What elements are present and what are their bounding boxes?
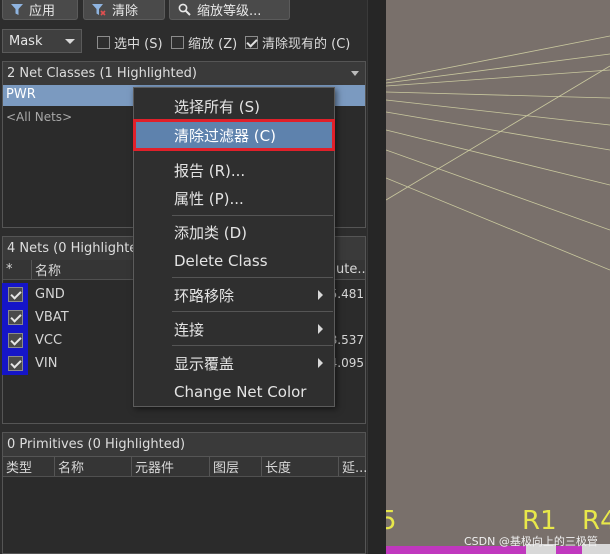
net-color-swatch [2, 283, 28, 306]
net-visible-checkbox[interactable] [7, 356, 23, 371]
zoom-option[interactable]: 缩放 (Z) [171, 33, 237, 52]
net-class-label: <All Nets> [6, 110, 73, 124]
clear-existing-checkbox[interactable] [245, 36, 258, 49]
menu-item-label: 连接 [174, 320, 205, 339]
column-type[interactable]: 类型 [3, 457, 55, 476]
net-color-swatch [2, 329, 28, 352]
menu-separator [172, 311, 333, 312]
menu-item-label: 添加类 (D) [174, 223, 248, 242]
clear-button[interactable]: 清除 [83, 0, 165, 20]
apply-button-label: 应用 [29, 4, 56, 19]
magnifier-icon [178, 3, 191, 16]
column-layer[interactable]: 图层 [210, 457, 262, 476]
pcb-silk-label: R1 [522, 506, 557, 536]
net-visible-checkbox[interactable] [7, 333, 23, 348]
primitives-header-text: 0 Primitives (0 Highlighted) [7, 437, 186, 452]
menu-item-properties[interactable]: 属性 (P)... [135, 184, 333, 212]
clear-existing-option[interactable]: 清除现有的 (C) [245, 33, 350, 52]
net-name: VBAT [35, 310, 69, 325]
menu-item-clear-filter[interactable]: 清除过滤器 (C) [133, 119, 335, 151]
clear-existing-option-label: 清除现有的 (C) [262, 37, 351, 52]
panel-scrollbar[interactable] [367, 0, 386, 554]
select-checkbox[interactable] [97, 36, 110, 49]
menu-item-label: Change Net Color [174, 383, 307, 401]
column-length[interactable]: 长度 [262, 457, 339, 476]
menu-item-label: Delete Class [174, 252, 268, 270]
net-name: VCC [35, 333, 63, 348]
submenu-arrow-icon [318, 290, 323, 300]
zoom-level-label: 缩放等级... [197, 4, 262, 19]
net-classes-header-text: 2 Net Classes (1 Highlighted) [7, 66, 197, 81]
net-visible-checkbox[interactable] [7, 287, 23, 302]
primitives-panel: 0 Primitives (0 Highlighted) 类型 名称 元器件 图… [2, 432, 367, 554]
menu-item-label: 报告 (R)... [174, 161, 246, 180]
column-route-length[interactable]: ute... [333, 260, 370, 279]
menu-item-show-override[interactable]: 显示覆盖 [135, 349, 333, 377]
net-name: VIN [35, 356, 58, 371]
zoom-level-button[interactable]: 缩放等级... [169, 0, 290, 20]
menu-separator [172, 215, 333, 216]
menu-item-connect[interactable]: 连接 [135, 315, 333, 343]
context-menu: 选择所有 (S) 清除过滤器 (C) 报告 (R)... 属性 (P)... 添… [133, 87, 335, 407]
funnel-icon [11, 4, 23, 15]
menu-item-add-class[interactable]: 添加类 (D) [135, 218, 333, 246]
net-classes-header: 2 Net Classes (1 Highlighted) [3, 62, 365, 86]
column-delay[interactable]: 延... [339, 457, 367, 476]
clear-button-label: 清除 [112, 4, 139, 19]
menu-item-change-net-color[interactable]: Change Net Color [135, 378, 333, 406]
net-color-swatch [2, 306, 28, 329]
clear-funnel-icon [92, 3, 106, 16]
net-name: GND [35, 287, 65, 302]
menu-item-label: 选择所有 (S) [174, 97, 260, 116]
panel-menu-icon[interactable] [351, 71, 359, 76]
watermark: CSDN @基极向上的三极管 [464, 535, 598, 548]
pcb-canvas[interactable]: 5 R1 R4 CSDN @基极向上的三极管 [386, 0, 610, 554]
menu-separator [172, 277, 333, 278]
ratsnest-lines [386, 35, 610, 554]
menu-item-report[interactable]: 报告 (R)... [135, 156, 333, 184]
submenu-arrow-icon [318, 324, 323, 334]
menu-item-label: 属性 (P)... [174, 189, 244, 208]
apply-button[interactable]: 应用 [2, 0, 78, 20]
net-class-label: PWR [6, 87, 36, 102]
zoom-option-label: 缩放 (Z) [188, 37, 238, 52]
menu-item-label: 环路移除 [174, 286, 235, 305]
column-star[interactable]: * [3, 260, 32, 279]
menu-item-label: 清除过滤器 (C) [174, 126, 276, 145]
column-component[interactable]: 元器件 [132, 457, 210, 476]
primitives-header: 0 Primitives (0 Highlighted) [3, 433, 365, 457]
column-name[interactable]: 名称 [55, 457, 132, 476]
select-option-label: 选中 (S) [114, 37, 163, 52]
submenu-arrow-icon [318, 358, 323, 368]
nets-header-text: 4 Nets (0 Highlighted [7, 241, 146, 256]
mode-select[interactable]: Mask [2, 29, 82, 53]
menu-item-loop-removal[interactable]: 环路移除 [135, 281, 333, 309]
chevron-down-icon [65, 38, 75, 44]
menu-item-delete-class[interactable]: Delete Class [135, 247, 333, 275]
zoom-checkbox[interactable] [171, 36, 184, 49]
net-color-swatch [2, 352, 28, 375]
pcb-silk-label: 5 [386, 506, 397, 536]
select-option[interactable]: 选中 (S) [97, 33, 163, 52]
primitives-column-header: 类型 名称 元器件 图层 长度 延... [3, 457, 367, 477]
net-visible-checkbox[interactable] [7, 310, 23, 325]
menu-item-label: 显示覆盖 [174, 354, 235, 373]
menu-item-select-all[interactable]: 选择所有 (S) [135, 92, 333, 120]
pcb-silk-label: R4 [582, 506, 610, 536]
menu-separator [172, 345, 333, 346]
mode-select-value: Mask [9, 33, 43, 49]
